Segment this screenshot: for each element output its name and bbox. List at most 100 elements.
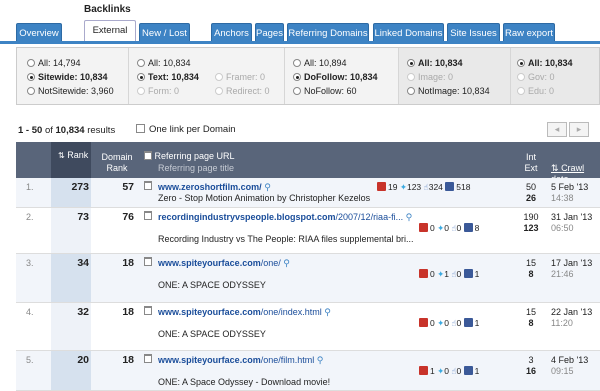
table-header: ⇅ Rank Domain Rank Referring page URL Re… [16, 142, 600, 184]
preview-icon[interactable]: ⚲ [264, 182, 271, 192]
filter-redirect[interactable]: Redirect: 0 [215, 85, 270, 97]
radio-icon[interactable] [137, 87, 145, 95]
filter-sitewide-group: All: 14,794 Sitewide: 10,834 NotSitewide… [17, 48, 129, 104]
int-ext-header[interactable]: Int Ext [521, 152, 541, 174]
int-ext-values: 190 123 [523, 212, 539, 233]
filter-follow-group: All: 10,894 DoFollow: 10,834 NoFollow: 6… [285, 48, 399, 104]
domain-rank-value: 57 [122, 181, 134, 193]
filter-notsitewide[interactable]: NotSitewide: 3,960 [27, 85, 114, 97]
results-count: 1 - 50 of 10,834 results [18, 125, 116, 136]
row-number: 2. [26, 212, 34, 222]
prev-page-button[interactable]: ◂ [547, 122, 567, 137]
history-link[interactable] [144, 257, 152, 268]
history-icon[interactable] [144, 354, 152, 363]
history-link[interactable] [144, 181, 152, 192]
row-number: 1. [26, 182, 34, 192]
tab-overview[interactable]: Overview [16, 23, 62, 43]
referring-url-link[interactable]: www.spiteyourface.com/one/film.html ⚲ [158, 355, 323, 366]
preview-icon[interactable]: ⚲ [317, 355, 324, 365]
table-row[interactable]: 3. 34 18 www.spiteyourface.com/one/ ⚲ ONE: A… [16, 254, 600, 303]
radio-selected-icon[interactable] [407, 59, 415, 67]
social-counts: 0 ✦0 ☝0 1 [419, 318, 479, 329]
tab-referring-domains[interactable]: Referring Domains [287, 23, 369, 43]
facebook-icon [463, 269, 473, 278]
history-icon[interactable] [144, 306, 152, 315]
filter-panel: All: 14,794 Sitewide: 10,834 NotSitewide… [16, 47, 600, 105]
url-header[interactable]: Referring page URL [144, 151, 235, 162]
filter-follow-all[interactable]: All: 10,894 [293, 57, 347, 69]
filter-gov[interactable]: Gov: 0 [517, 71, 555, 83]
tab-linked-domains[interactable]: Linked Domains [373, 23, 444, 43]
history-link[interactable] [144, 211, 152, 222]
radio-icon[interactable] [407, 87, 415, 95]
radio-icon[interactable] [517, 87, 525, 95]
filter-text[interactable]: Text: 10,834 [137, 71, 199, 83]
radio-icon[interactable] [27, 87, 35, 95]
crawl-date: 5 Feb '13 14:38 [551, 182, 589, 203]
radio-selected-icon[interactable] [293, 73, 301, 81]
history-link[interactable] [144, 354, 152, 365]
filter-framer[interactable]: Framer: 0 [215, 71, 265, 83]
radio-icon[interactable] [293, 59, 301, 67]
radio-icon[interactable] [215, 73, 223, 81]
history-icon[interactable] [144, 257, 152, 266]
preview-icon[interactable]: ⚲ [283, 258, 290, 268]
table-row[interactable]: 2. 73 76 recordingindustryvspeople.blogspot… [16, 208, 600, 254]
radio-icon[interactable] [137, 59, 145, 67]
history-icon[interactable] [144, 211, 152, 220]
table-row[interactable]: 1. 273 57 www.zeroshortfilm.com/ ⚲ Zero - St… [16, 178, 600, 208]
filter-image[interactable]: Image: 0 [407, 71, 453, 83]
tab-external[interactable]: External [84, 20, 136, 42]
radio-icon[interactable] [517, 73, 525, 81]
tab-anchors[interactable]: Anchors [211, 23, 252, 43]
tab-pages[interactable]: Pages [255, 23, 284, 43]
referring-page-title: ONE: A SPACE ODYSSEY [158, 329, 266, 339]
radio-selected-icon[interactable] [517, 59, 525, 67]
google-plus-icon [377, 182, 386, 191]
filter-form[interactable]: Form: 0 [137, 85, 179, 97]
referring-page-title: ONE: A SPACE ODYSSEY [158, 280, 266, 290]
rank-sort-header[interactable]: ⇅ Rank [58, 150, 88, 161]
crawl-date: 4 Feb '13 09:15 [551, 355, 589, 376]
radio-icon[interactable] [407, 73, 415, 81]
radio-icon[interactable] [215, 87, 223, 95]
tab-raw-export[interactable]: Raw export [503, 23, 555, 43]
tab-site-issues[interactable]: Site Issues [447, 23, 500, 43]
next-page-button[interactable]: ▸ [569, 122, 589, 137]
table-row[interactable]: 4. 32 18 www.spiteyourface.com/one/index.ht… [16, 303, 600, 351]
radio-selected-icon[interactable] [27, 73, 35, 81]
row-number: 3. [26, 258, 34, 268]
filter-domain-all[interactable]: All: 10,834 [517, 57, 573, 69]
table-row[interactable]: 5. 20 18 www.spiteyourface.com/one/film.htm… [16, 351, 600, 391]
preview-icon[interactable]: ⚲ [324, 307, 331, 317]
filter-nofollow[interactable]: NoFollow: 60 [293, 85, 357, 97]
filter-notimage[interactable]: NotImage: 10,834 [407, 85, 490, 97]
facebook-icon [463, 318, 473, 327]
one-link-per-domain-toggle[interactable]: One link per Domain [136, 124, 236, 135]
radio-selected-icon[interactable] [137, 73, 145, 81]
filter-sitewide[interactable]: Sitewide: 10,834 [27, 71, 108, 83]
radio-icon[interactable] [27, 59, 35, 67]
referring-url-link[interactable]: www.spiteyourface.com/one/index.html ⚲ [158, 307, 331, 318]
checkbox-icon[interactable] [136, 124, 145, 133]
history-link[interactable] [144, 306, 152, 317]
history-icon[interactable] [144, 181, 152, 190]
referring-url-link[interactable]: recordingindustryvspeople.blogspot.com/2… [158, 212, 412, 223]
filter-image-all[interactable]: All: 10,834 [407, 57, 463, 69]
filter-edu[interactable]: Edu: 0 [517, 85, 554, 97]
preview-icon[interactable]: ⚲ [406, 212, 413, 222]
tab-new-lost[interactable]: New / Lost [139, 23, 190, 43]
domain-rank-header[interactable]: Domain Rank [98, 152, 136, 174]
filter-all-links[interactable]: All: 14,794 [27, 57, 81, 69]
filter-type-all[interactable]: All: 10,834 [137, 57, 191, 69]
filter-dofollow[interactable]: DoFollow: 10,834 [293, 71, 378, 83]
crawl-date: 22 Jan '13 11:20 [551, 307, 593, 328]
int-ext-values: 50 26 [525, 182, 536, 203]
tab-underline [0, 41, 600, 44]
radio-icon[interactable] [293, 87, 301, 95]
crawl-date: 31 Jan '13 06:50 [551, 212, 593, 233]
filter-image-group: All: 10,834 Image: 0 NotImage: 10,834 [399, 48, 511, 104]
referring-url-link[interactable]: www.spiteyourface.com/one/ ⚲ [158, 258, 290, 269]
crawl-date: 17 Jan '13 21:46 [551, 258, 593, 279]
referring-url-link[interactable]: www.zeroshortfilm.com/ ⚲ [158, 182, 271, 193]
